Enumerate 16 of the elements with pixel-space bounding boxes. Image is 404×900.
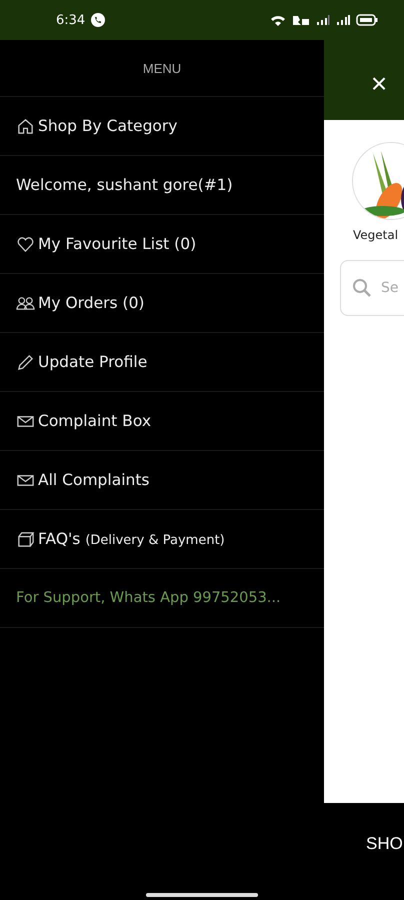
search-icon [352, 278, 372, 298]
battery-icon [356, 14, 378, 26]
search-field[interactable]: Se [340, 260, 404, 316]
home-icon [16, 116, 35, 136]
signal-icon [316, 14, 330, 26]
close-button[interactable]: × [369, 70, 389, 90]
signal-icon [336, 14, 350, 26]
category-label: Vegetal [353, 228, 400, 242]
wifi-icon [270, 14, 286, 26]
box-icon [16, 530, 35, 548]
heart-icon [16, 234, 35, 254]
menu-title: MENU [142, 60, 182, 76]
phone-icon [91, 13, 106, 27]
status-time: 6:34 [56, 12, 86, 28]
pencil-icon [16, 352, 35, 372]
bottom-text: SHO [366, 834, 403, 854]
